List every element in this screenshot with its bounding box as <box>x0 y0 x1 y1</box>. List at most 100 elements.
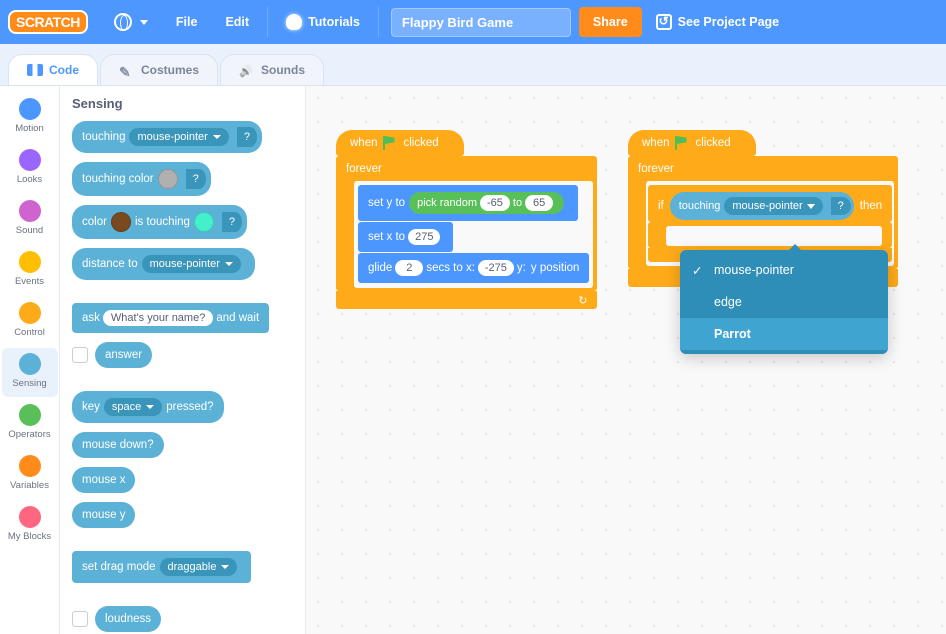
reporter-checkbox[interactable] <box>72 347 88 363</box>
block-pick-random[interactable]: pick random -65 to 65 <box>409 192 564 214</box>
text-input[interactable]: What's your name? <box>103 310 213 326</box>
code-workspace[interactable]: when clicked forever set y to pick rando… <box>306 86 946 634</box>
block-text: distance to <box>82 258 138 270</box>
block-touching[interactable]: touching mouse-pointer ? <box>670 192 854 220</box>
speaker-icon <box>239 64 255 76</box>
block-touching[interactable]: touching mouse-pointer ? <box>72 121 262 153</box>
c-block-mouth[interactable]: set y to pick random -65 to 65 set x to … <box>354 181 593 288</box>
chevron-down-icon <box>221 565 229 569</box>
number-input[interactable]: -65 <box>480 195 510 211</box>
category-color-dot <box>19 200 41 222</box>
reporter-checkbox[interactable] <box>72 611 88 627</box>
block-text: touching color <box>82 173 154 185</box>
block-mouse-y[interactable]: mouse y <box>72 502 135 528</box>
chevron-down-icon <box>140 20 148 25</box>
number-input[interactable]: 2 <box>395 260 423 276</box>
tab-sounds[interactable]: Sounds <box>220 54 324 85</box>
see-project-page[interactable]: See Project Page <box>642 14 793 30</box>
globe-icon <box>114 13 132 31</box>
block-key-pressed[interactable]: key space pressed? <box>72 391 224 423</box>
block-text: glide <box>368 262 392 274</box>
block-text: key <box>82 401 100 413</box>
dropdown-mouse-pointer[interactable]: mouse-pointer <box>129 128 228 146</box>
block-palette[interactable]: Sensing touching mouse-pointer ? touchin… <box>60 86 306 634</box>
tutorials-button[interactable]: Tutorials <box>272 0 374 44</box>
category-events[interactable]: Events <box>2 246 58 295</box>
tab-code-label: Code <box>49 63 79 77</box>
tab-costumes-label: Costumes <box>141 63 199 77</box>
dropdown-drag-mode[interactable]: draggable <box>160 558 238 576</box>
block-set-drag-mode[interactable]: set drag mode draggable <box>72 551 251 583</box>
number-input[interactable]: -275 <box>478 260 514 276</box>
chevron-down-icon <box>146 405 154 409</box>
block-when-flag-clicked[interactable]: when clicked <box>336 130 464 156</box>
block-text: ? <box>186 169 206 189</box>
block-color-touching-color[interactable]: color is touching ? <box>72 205 247 239</box>
block-glide[interactable]: glide 2 secs to x: -275 y: y position <box>358 253 589 283</box>
chevron-down-icon <box>225 262 233 266</box>
category-label: Motion <box>2 123 58 134</box>
category-motion[interactable]: Motion <box>2 93 58 142</box>
block-mouse-x[interactable]: mouse x <box>72 467 135 493</box>
tab-code[interactable]: Code <box>8 54 98 85</box>
paintbrush-icon <box>119 64 135 76</box>
block-loudness[interactable]: loudness <box>95 606 161 632</box>
dropdown-key[interactable]: space <box>104 398 162 416</box>
category-looks[interactable]: Looks <box>2 144 58 193</box>
scratch-logo[interactable]: SCRATCH <box>8 10 88 34</box>
block-text: y: <box>517 262 526 274</box>
category-operators[interactable]: Operators <box>2 399 58 448</box>
file-menu[interactable]: File <box>162 0 212 44</box>
dropdown-label: mouse-pointer <box>137 131 207 143</box>
block-set-x[interactable]: set x to 275 <box>358 222 453 252</box>
block-text: forever <box>638 163 674 175</box>
c-block-mouth[interactable] <box>666 226 882 246</box>
dropdown-option-edge[interactable]: edge <box>680 286 888 318</box>
block-mouse-down[interactable]: mouse down? <box>72 432 164 458</box>
block-when-flag-clicked[interactable]: when clicked <box>628 130 756 156</box>
category-control[interactable]: Control <box>2 297 58 346</box>
dropdown-option-parrot[interactable]: Parrot <box>680 318 888 350</box>
palette-category-header: Sensing <box>72 96 297 111</box>
block-ask-wait[interactable]: ask What's your name? and wait <box>72 303 269 333</box>
category-sensing[interactable]: Sensing <box>2 348 58 397</box>
block-forever[interactable]: forever set y to pick random -65 to 65 <box>336 156 597 291</box>
category-label: My Blocks <box>2 531 58 542</box>
edit-menu[interactable]: Edit <box>211 0 263 44</box>
block-answer[interactable]: answer <box>95 342 152 368</box>
block-set-y[interactable]: set y to pick random -65 to 65 <box>358 185 578 221</box>
block-category-column: Motion LooksSoundEvents Control Sensing Oper… <box>0 86 60 634</box>
number-input[interactable]: 65 <box>525 195 553 211</box>
number-input[interactable]: 275 <box>408 229 440 245</box>
block-text: if <box>658 200 664 212</box>
category-variables[interactable]: Variables <box>2 450 58 499</box>
dropdown-menu: mouse-pointeredgeParrot <box>680 250 888 354</box>
block-text: clicked <box>404 137 439 149</box>
block-distance-to[interactable]: distance to mouse-pointer <box>72 248 255 280</box>
green-flag-icon <box>383 136 399 150</box>
share-button[interactable]: Share <box>579 7 642 37</box>
block-text: ask <box>82 312 100 324</box>
category-label: Operators <box>2 429 58 440</box>
category-my-blocks[interactable]: My Blocks <box>2 501 58 550</box>
tab-costumes[interactable]: Costumes <box>100 54 218 85</box>
dropdown-touching-target[interactable]: mouse-pointer <box>724 197 822 215</box>
language-menu[interactable] <box>100 0 162 44</box>
category-color-dot <box>19 404 41 426</box>
dropdown-mouse-pointer[interactable]: mouse-pointer <box>142 255 241 273</box>
script-stack[interactable]: when clicked forever set y to pick rando… <box>336 130 597 309</box>
project-title-input[interactable] <box>391 8 571 37</box>
block-text: y position <box>531 262 580 274</box>
block-touching-color[interactable]: touching color ? <box>72 162 211 196</box>
color-input[interactable] <box>194 212 214 232</box>
dropdown-option-mouse-pointer[interactable]: mouse-pointer <box>680 254 888 286</box>
dropdown-label: draggable <box>168 561 217 573</box>
block-text: then <box>860 200 882 212</box>
category-sound[interactable]: Sound <box>2 195 58 244</box>
color-input[interactable] <box>111 212 131 232</box>
category-label: Control <box>2 327 58 338</box>
block-text: to <box>513 197 522 209</box>
block-if-then[interactable]: if touching mouse-pointer ? then <box>648 185 892 222</box>
editor-tabs: Code Costumes Sounds <box>0 44 946 86</box>
color-input[interactable] <box>158 169 178 189</box>
